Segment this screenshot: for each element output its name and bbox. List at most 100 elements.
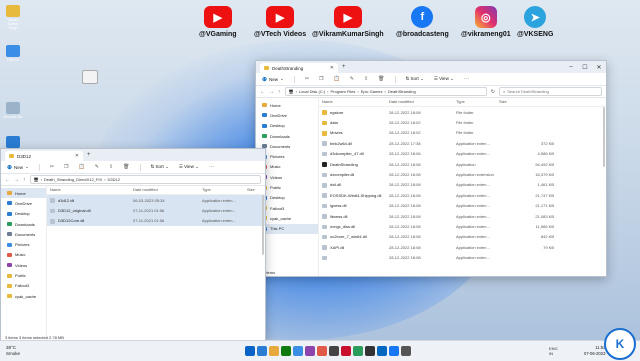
cut-icon[interactable]: ✂	[305, 76, 309, 82]
share-icon[interactable]: ⇪	[364, 76, 368, 82]
table-row[interactable]: d3d12.dll 06-03-2023 05:34 Application ext…	[47, 195, 265, 206]
delete-icon[interactable]: 🗑	[123, 164, 129, 170]
column-header[interactable]: Date modified	[130, 187, 199, 192]
social-item[interactable]: ▶ @VTech Videos	[254, 6, 306, 38]
more-options-icon[interactable]: ···	[209, 164, 214, 170]
sidebar-item[interactable]: cyak_cache	[1, 291, 46, 301]
desktop-icon[interactable]	[80, 70, 100, 85]
breadcrumb-item[interactable]: DeathStranding	[388, 89, 416, 94]
table-row[interactable]: d3dcompiler_47.dll 28-12-2022 18:06 Applic…	[319, 149, 606, 159]
search-input[interactable]: ⌕ Search DeathStranding	[499, 87, 602, 96]
sidebar-item[interactable]: Music	[1, 250, 46, 260]
breadcrumb-item[interactable]: Epic Games	[361, 89, 383, 94]
taskbar-app-icon[interactable]	[269, 346, 279, 356]
table-row[interactable]: dxil.dll 28-12-2022 18:08 Application exte…	[319, 180, 606, 190]
explorer-window-deathstranding[interactable]: DeathStranding ✕ + – ☐ ✕ ⊕ New ⌄ ✂ ❐ 📋 ✎ …	[255, 60, 607, 277]
sidebar-item[interactable]: Desktop	[256, 121, 318, 131]
sidebar-item[interactable]: Fallout3	[1, 281, 46, 291]
copy-icon[interactable]: ❐	[64, 164, 68, 170]
table-row[interactable]: data 28-12-2022 18:02 File folder	[319, 117, 606, 127]
sort-button[interactable]: ⇅ Sort ⌄	[406, 76, 424, 82]
clock[interactable]: 11:52 07-06-2023	[584, 345, 605, 356]
sort-button[interactable]: ⇅ Sort ⌄	[151, 164, 169, 170]
sidebar-item[interactable]: Downloads	[1, 219, 46, 229]
column-header[interactable]: Type	[453, 99, 496, 104]
table-row[interactable]: bink2w64.dll 28-12-2022 17:38 Application …	[319, 138, 606, 148]
paste-icon[interactable]: 📋	[79, 164, 85, 170]
forward-icon[interactable]: →	[14, 177, 19, 183]
column-header[interactable]: Date modified	[386, 99, 453, 104]
table-row[interactable]: XAPI.dll 28-12-2022 18:08 Application exte…	[319, 242, 606, 252]
taskbar-app-icon[interactable]	[293, 346, 303, 356]
taskbar-app-icon[interactable]	[365, 346, 375, 356]
column-header[interactable]: Name	[319, 99, 386, 104]
sidebar-item[interactable]: Public	[1, 270, 46, 280]
taskbar-app-icon[interactable]	[389, 346, 399, 356]
tab-d3d12[interactable]: D3D12 ✕	[5, 151, 83, 161]
table-row[interactable]: igxess.dll 28-12-2022 18:08 Application ex…	[319, 201, 606, 211]
table-row[interactable]: 28-12-2022 18:08 Application exten...	[319, 252, 606, 262]
title-bar[interactable]: D3D12 ✕ +	[1, 149, 265, 161]
desktop-icon[interactable]: Recycle Bin	[3, 102, 23, 119]
sidebar-item[interactable]: Desktop	[1, 209, 46, 219]
close-tab-icon[interactable]: ✕	[330, 65, 334, 71]
close-tab-icon[interactable]: ✕	[75, 153, 79, 159]
desktop-icon[interactable]: This PC	[3, 45, 23, 62]
taskbar-app-icon[interactable]	[329, 346, 339, 356]
up-icon[interactable]: ↑	[23, 177, 26, 183]
social-item[interactable]: f @broadcasteng	[396, 6, 449, 38]
sidebar-item[interactable]: Videos	[1, 260, 46, 270]
sidebar-item[interactable]: Home	[256, 100, 318, 110]
social-item[interactable]: ◎ @vikrameng01	[461, 6, 511, 38]
table-row[interactable]: DeathStranding 28-12-2022 18:08 Applicatio…	[319, 159, 606, 169]
table-row[interactable]: dxcompiler.dll 28-12-2022 18:08 Applicatio…	[319, 169, 606, 179]
explorer-window-d3d12[interactable]: D3D12 ✕ + ⊕ New ⌄ ✂ ❐ 📋 ✎ ⇪ 🗑 ⇅ Sort ⌄ ☰ …	[0, 148, 266, 342]
sidebar-item[interactable]: Downloads	[256, 131, 318, 141]
view-button[interactable]: ☰ View ⌄	[434, 76, 454, 82]
address-bar[interactable]: 🖥 › Local Disk (C:) › Program Files › Epic Gam…	[284, 87, 487, 96]
back-icon[interactable]: ←	[260, 89, 265, 95]
new-tab-button[interactable]: +	[342, 64, 346, 70]
rename-icon[interactable]: ✎	[350, 76, 354, 82]
breadcrumb-item[interactable]: Local Disk (C:)	[299, 89, 325, 94]
sidebar-item[interactable]: Documents	[1, 229, 46, 239]
column-header[interactable]: Type	[199, 187, 244, 192]
start-button-icon[interactable]	[245, 346, 255, 356]
column-header[interactable]: Size	[496, 99, 554, 104]
taskbar-app-icon[interactable]	[341, 346, 351, 356]
breadcrumb-item[interactable]: Death_Stranding_DirectX12_FIX	[44, 177, 102, 182]
column-header[interactable]: Size	[244, 187, 259, 192]
taskbar-app-icon[interactable]	[317, 346, 327, 356]
taskbar-app-icon[interactable]	[377, 346, 387, 356]
new-tab-button[interactable]: +	[87, 152, 91, 158]
taskbar-app-icon[interactable]	[305, 346, 315, 356]
column-header[interactable]: Name	[47, 187, 130, 192]
copy-icon[interactable]: ❐	[319, 76, 323, 82]
forward-icon[interactable]: →	[269, 89, 274, 95]
table-row[interactable]: D3D12_original.dll 07-11-2021 01:56 Applic…	[47, 205, 265, 216]
back-icon[interactable]: ←	[5, 177, 10, 183]
sidebar-item[interactable]: OneDrive	[256, 110, 318, 120]
table-row[interactable]: egstore 28-12-2022 18:08 File folder	[319, 107, 606, 117]
table-row[interactable]: EOSSDK-Win64-Shipping.dll 28-12-2022 18:0…	[319, 190, 606, 200]
view-button[interactable]: ☰ View ⌄	[179, 164, 199, 170]
vertical-scrollbar[interactable]	[262, 195, 264, 255]
close-window-button[interactable]: ✕	[592, 64, 606, 71]
cut-icon[interactable]: ✂	[50, 164, 54, 170]
new-button[interactable]: ⊕ New ⌄	[262, 76, 284, 83]
up-icon[interactable]: ↑	[278, 89, 281, 95]
maximize-button[interactable]: ☐	[578, 64, 592, 71]
language-indicator[interactable]: ENG IN	[549, 346, 558, 356]
table-row[interactable]: D3D12Core.dll 07-11-2021 01:56 Application…	[47, 215, 265, 227]
share-icon[interactable]: ⇪	[109, 164, 113, 170]
sidebar-item[interactable]: OneDrive	[1, 198, 46, 208]
minimize-button[interactable]: –	[564, 64, 578, 71]
delete-icon[interactable]: 🗑	[378, 76, 384, 82]
breadcrumb-item[interactable]: Program Files	[331, 89, 356, 94]
new-button[interactable]: ⊕ New ⌄	[7, 164, 29, 171]
table-row[interactable]: nvngx_dlss.dll 28-12-2022 18:08 Applicatio…	[319, 221, 606, 231]
sidebar-item[interactable]: Pictures	[1, 239, 46, 249]
table-row[interactable]: libxess.dll 28-12-2022 18:08 Application e…	[319, 211, 606, 221]
vertical-scrollbar[interactable]	[603, 107, 605, 167]
social-item[interactable]: ▶ @VGaming	[199, 6, 237, 38]
